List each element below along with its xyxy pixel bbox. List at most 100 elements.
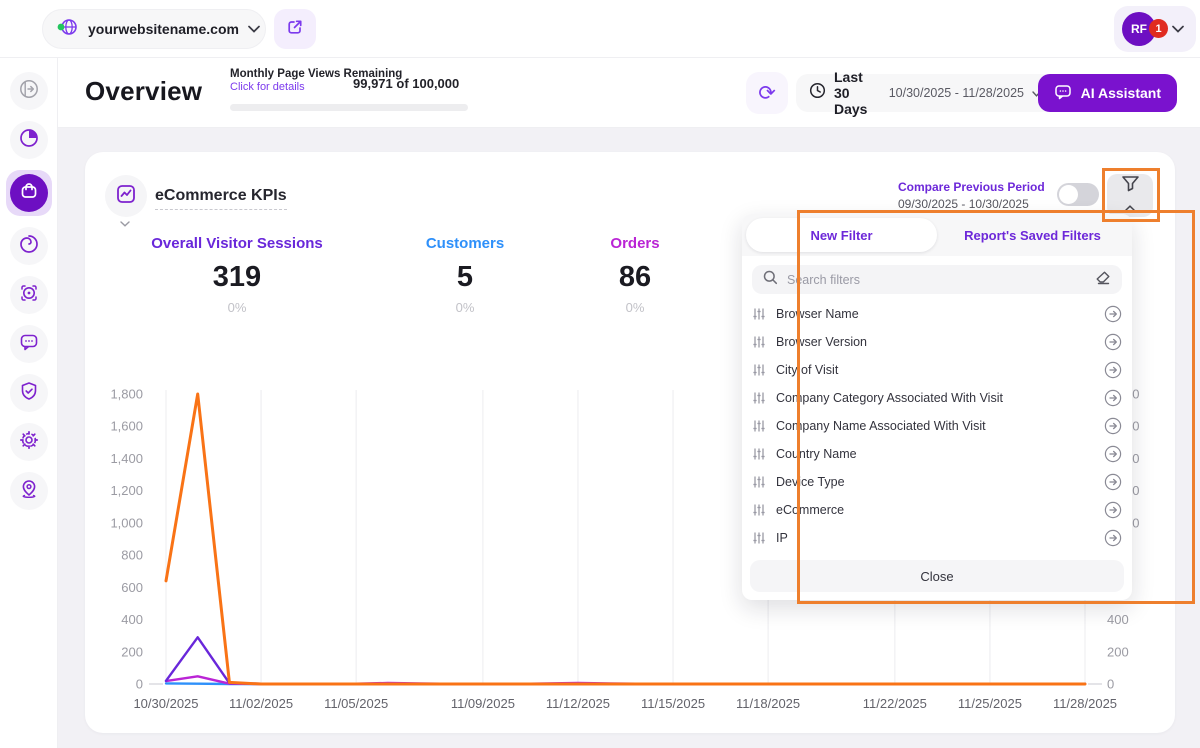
tab-new-filter[interactable]: New Filter <box>746 218 937 252</box>
page-title: Overview <box>85 76 202 107</box>
svg-text:1,200: 1,200 <box>110 483 143 498</box>
compare-label: Compare Previous Period <box>898 180 1058 194</box>
arrow-right-circle-icon[interactable] <box>1104 361 1122 379</box>
compare-toggle[interactable] <box>1057 183 1099 206</box>
kpi-tab-orders[interactable]: Orders860% <box>610 235 659 315</box>
ai-chat-icon <box>1054 83 1072 104</box>
sliders-icon <box>752 419 766 433</box>
kpi-delta: 0% <box>610 300 659 315</box>
chevron-up-icon <box>1125 198 1135 216</box>
sidebar-item-feedback[interactable] <box>10 325 48 363</box>
date-preset: Last 30 Days <box>834 69 877 117</box>
filter-item-ip[interactable]: IP <box>752 524 1122 552</box>
arrow-right-circle-icon[interactable] <box>1104 389 1122 407</box>
map-pin-icon <box>18 478 40 505</box>
sliders-icon <box>752 335 766 349</box>
sliders-icon <box>752 447 766 461</box>
filter-item-device-type[interactable]: Device Type <box>752 468 1122 496</box>
arrow-right-circle-icon[interactable] <box>1104 501 1122 519</box>
kpi-label: Customers <box>426 235 504 252</box>
kpi-delta: 0% <box>426 300 504 315</box>
sidebar-item-location[interactable] <box>10 472 48 510</box>
svg-text:0: 0 <box>1107 677 1114 692</box>
arrow-right-circle-icon[interactable] <box>1104 529 1122 547</box>
avatar: RF 1 <box>1122 12 1156 46</box>
website-selector[interactable]: yourwebsitename.com <box>42 9 266 49</box>
ai-assistant-label: AI Assistant <box>1081 85 1161 101</box>
external-link-icon <box>286 18 304 41</box>
sliders-icon <box>752 391 766 405</box>
filter-item-company-name-associated-with-visit[interactable]: Company Name Associated With Visit <box>752 412 1122 440</box>
sidebar-item-ecommerce[interactable] <box>6 170 52 216</box>
pageviews-value: 99,971 of 100,000 <box>353 76 459 91</box>
notification-badge: 1 <box>1149 19 1168 38</box>
sidebar-item-recordings[interactable] <box>10 276 48 314</box>
arrow-right-circle-icon[interactable] <box>1104 305 1122 323</box>
close-button[interactable]: Close <box>750 560 1124 592</box>
arrow-right-circle-icon <box>18 78 40 105</box>
eraser-icon[interactable] <box>1095 270 1111 290</box>
arrow-right-circle-icon[interactable] <box>1104 473 1122 491</box>
card-title: eCommerce KPIs <box>155 187 287 210</box>
page-header: Overview Monthly Page Views Remaining Cl… <box>58 58 1200 128</box>
sidebar <box>0 58 58 748</box>
chat-bubble-icon <box>18 331 40 358</box>
filter-tabs: New Filter Report's Saved Filters <box>742 214 1132 256</box>
ai-assistant-button[interactable]: AI Assistant <box>1038 74 1177 112</box>
svg-text:11/02/2025: 11/02/2025 <box>229 696 293 711</box>
session-camera-icon <box>18 282 40 309</box>
sliders-icon <box>752 363 766 377</box>
tab-saved-filters[interactable]: Report's Saved Filters <box>937 218 1128 252</box>
sidebar-item-settings[interactable] <box>10 423 48 461</box>
pie-chart-icon <box>18 127 40 154</box>
filter-item-company-category-associated-with-visit[interactable]: Company Category Associated With Visit <box>752 384 1122 412</box>
sidebar-item-privacy[interactable] <box>10 374 48 412</box>
filter-search-input[interactable] <box>787 273 1086 287</box>
top-bar: yourwebsitename.com RF 1 <box>0 0 1200 58</box>
sliders-icon <box>752 503 766 517</box>
chart-widget-icon <box>115 183 137 210</box>
svg-text:0: 0 <box>136 677 143 692</box>
search-icon <box>763 270 778 290</box>
sidebar-item-dashboard[interactable] <box>10 121 48 159</box>
svg-text:800: 800 <box>121 548 143 563</box>
filter-item-browser-version[interactable]: Browser Version <box>752 328 1122 356</box>
kpi-tab-overall-visitor-sessions[interactable]: Overall Visitor Sessions3190% <box>151 235 322 315</box>
svg-text:1,400: 1,400 <box>110 451 143 466</box>
filter-item-label: Browser Version <box>776 335 1094 349</box>
compare-previous-period[interactable]: Compare Previous Period 09/30/2025 - 10/… <box>898 180 1058 211</box>
filter-item-label: IP <box>776 531 1094 545</box>
sliders-icon <box>752 531 766 545</box>
sidebar-collapse-button[interactable] <box>10 72 48 110</box>
arrow-right-circle-icon[interactable] <box>1104 417 1122 435</box>
filter-item-label: Device Type <box>776 475 1094 489</box>
widget-menu-button[interactable] <box>105 175 147 217</box>
sliders-icon <box>752 475 766 489</box>
profile-menu[interactable]: RF 1 <box>1114 6 1196 52</box>
pageviews-progress-bar <box>230 104 468 111</box>
refresh-button[interactable]: ⟳ <box>746 72 788 114</box>
sliders-icon <box>752 307 766 321</box>
svg-text:400: 400 <box>121 612 143 627</box>
sidebar-item-behavior[interactable] <box>10 227 48 265</box>
filter-item-label: Browser Name <box>776 307 1094 321</box>
filter-item-city-of-visit[interactable]: City of Visit <box>752 356 1122 384</box>
website-globe-icon <box>57 17 79 42</box>
svg-text:11/05/2025: 11/05/2025 <box>324 696 388 711</box>
svg-text:400: 400 <box>1107 612 1129 627</box>
spiral-icon <box>18 233 40 260</box>
filter-item-browser-name[interactable]: Browser Name <box>752 300 1122 328</box>
arrow-right-circle-icon[interactable] <box>1104 445 1122 463</box>
kpi-delta: 0% <box>151 300 322 315</box>
svg-text:1,000: 1,000 <box>110 515 143 530</box>
arrow-right-circle-icon[interactable] <box>1104 333 1122 351</box>
filter-item-ecommerce[interactable]: eCommerce <box>752 496 1122 524</box>
filter-list: Browser Name Browser Version City of Visit… <box>742 298 1132 554</box>
svg-text:11/22/2025: 11/22/2025 <box>863 696 927 711</box>
filter-button[interactable] <box>1107 174 1153 217</box>
open-website-button[interactable] <box>274 9 316 49</box>
svg-text:10/30/2025: 10/30/2025 <box>133 696 198 711</box>
filter-item-country-name[interactable]: Country Name <box>752 440 1122 468</box>
kpi-tab-customers[interactable]: Customers50% <box>426 235 504 315</box>
date-range-selector[interactable]: Last 30 Days 10/30/2025 - 11/28/2025 <box>796 74 1054 112</box>
